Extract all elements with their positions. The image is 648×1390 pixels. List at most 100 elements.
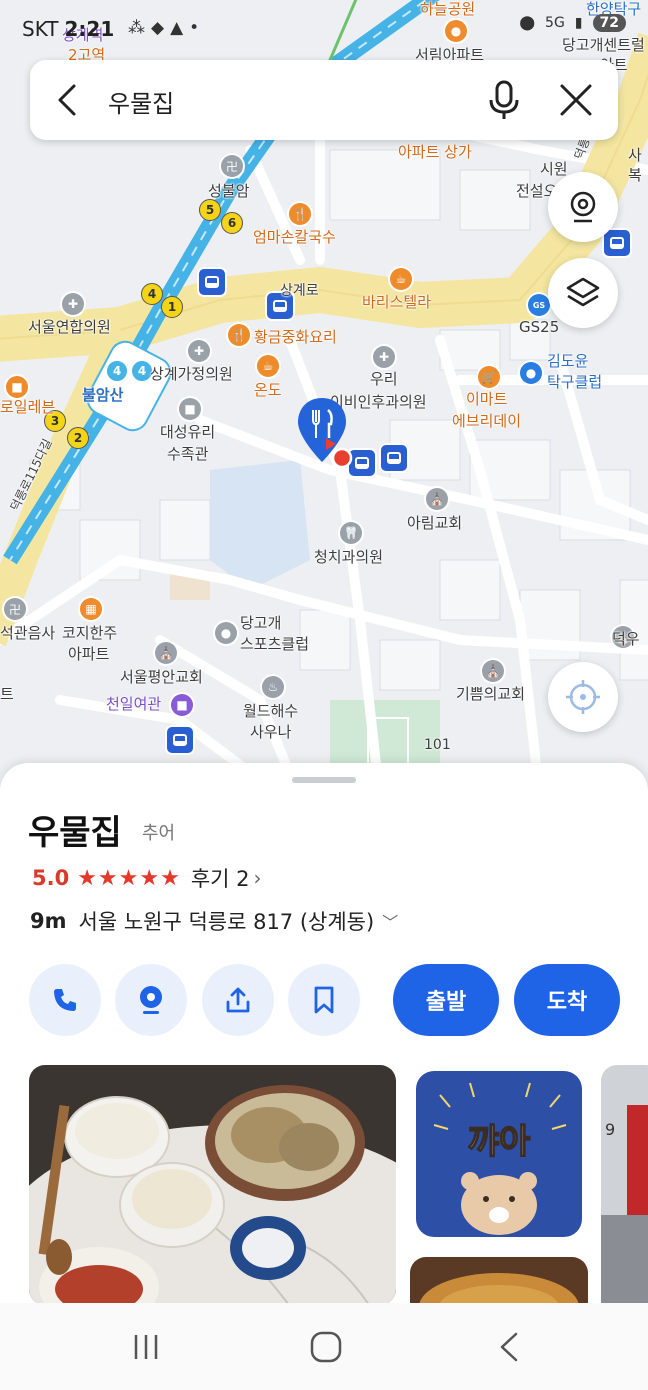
hospital-icon: ✚: [188, 340, 210, 362]
microphone-icon[interactable]: [486, 80, 522, 120]
bus-stop-icon[interactable]: [604, 230, 630, 256]
map-label: 트: [0, 685, 14, 703]
bus-stop-icon[interactable]: [167, 727, 193, 753]
search-bar[interactable]: 우물집: [30, 60, 618, 140]
map-label: 사: [628, 146, 642, 164]
street-view-action-button[interactable]: [115, 964, 187, 1036]
map-label: 사우나: [250, 723, 292, 741]
map-label: 서울평안교회: [120, 668, 203, 686]
map-label: 상계가정의원: [150, 365, 233, 383]
place-photo-sticker[interactable]: 꺄아: [410, 1065, 588, 1243]
map-label: 김도윤: [547, 352, 589, 370]
place-detail-sheet[interactable]: 우물집 추어 5.0 ★★★★★ 후기 2 › 9m 서울 노원구 덕릉로 81…: [0, 763, 648, 1303]
road-label: 상계로: [280, 283, 319, 299]
share-button[interactable]: [202, 964, 274, 1036]
church-icon: ⛪: [155, 642, 177, 664]
address: 서울 노원구 덕릉로 817 (상계동): [78, 910, 375, 934]
rating-row[interactable]: 5.0 ★★★★★ 후기 2 ›: [32, 863, 262, 893]
network-5g-icon: 5G: [545, 15, 565, 31]
map-view[interactable]: 4 4 불암산 5 6 4 1 3 2 卍 🍴 ☕ GS ✚ ✚ 🍴 ☕ ✚ 🛒…: [0, 0, 648, 800]
food-photo-image: [29, 1065, 396, 1303]
status-right: ⬤ 5G ▮ 72: [519, 14, 626, 32]
crosshair-icon: [566, 680, 600, 714]
distance: 9m: [30, 909, 67, 933]
map-label: 월드해수: [243, 702, 299, 720]
map-label: 성불암: [208, 182, 250, 200]
map-label: 101: [424, 737, 451, 753]
map-label: 우리: [370, 370, 398, 388]
map-label: 대성유리: [160, 423, 216, 441]
map-label: GS25: [519, 318, 560, 336]
place-photo-storefront[interactable]: 9: [601, 1065, 648, 1303]
system-nav-bar: [0, 1303, 648, 1390]
rating-score: 5.0: [32, 866, 70, 890]
shopping-icon: 🛒: [478, 366, 500, 388]
map-label: 바리스텔라: [362, 293, 432, 311]
sheet-drag-handle[interactable]: [292, 777, 356, 783]
station-exit-6: 6: [221, 212, 243, 234]
map-label: 기쁨의교회: [456, 685, 526, 703]
signal-icon: ▮: [574, 15, 583, 31]
status-time: SKT 2:21: [22, 17, 114, 41]
map-label: 탁구클럽: [547, 373, 603, 391]
store-icon: ■: [6, 376, 28, 398]
set-departure-button[interactable]: 출발: [393, 964, 499, 1036]
review-count-link[interactable]: 후기 2: [191, 863, 250, 893]
map-label: 이마트: [466, 390, 508, 408]
location-icon: ⬤: [519, 15, 536, 31]
map-label: 서울연합의원: [28, 318, 111, 336]
station-label[interactable]: 불암산: [82, 386, 123, 405]
station-exit-4: 4: [141, 283, 163, 305]
bus-stop-icon[interactable]: [199, 269, 225, 295]
home-icon[interactable]: [308, 1329, 344, 1365]
convenience-store-icon: GS: [528, 294, 550, 316]
place-photo-main[interactable]: [29, 1065, 396, 1303]
save-bookmark-button[interactable]: [288, 964, 360, 1036]
recent-apps-icon[interactable]: [130, 1331, 162, 1363]
map-label: 시원: [540, 160, 568, 178]
lodging-icon: ■: [171, 694, 193, 716]
battery-level: 72: [592, 14, 626, 32]
restaurant-icon: 🍴: [228, 324, 250, 346]
map-layers-button[interactable]: [548, 258, 618, 328]
place-marker-icon[interactable]: [296, 396, 362, 476]
map-label: 석관음사: [0, 624, 56, 642]
sauna-icon: ♨: [262, 676, 284, 698]
map-label: 코지한주: [62, 624, 118, 642]
map-label: 복: [628, 166, 642, 184]
sticker-text: 꺄아: [468, 1122, 531, 1162]
cafe-icon: ☕: [257, 355, 279, 377]
set-destination-button[interactable]: 도착: [514, 964, 620, 1036]
call-button[interactable]: [29, 964, 101, 1036]
street-view-icon: [140, 986, 162, 1014]
church-icon: ⛪: [426, 488, 448, 510]
street-view-button[interactable]: [548, 172, 618, 242]
status-bar: SKT 2:21 ⁂◆▲• ⬤ 5G ▮ 72: [0, 0, 648, 56]
storefront-photo-image: 9: [601, 1065, 648, 1303]
clock: 2:21: [64, 17, 115, 41]
place-photo-soup[interactable]: [410, 1257, 588, 1303]
notification-icons: ⁂◆▲•: [128, 18, 206, 38]
station-exit-5: 5: [199, 199, 221, 221]
map-label: 에브리데이: [452, 412, 522, 430]
map-label: 덕우: [612, 630, 640, 648]
back-icon[interactable]: [494, 1331, 526, 1363]
hospital-icon: ✚: [62, 293, 84, 315]
back-arrow-icon[interactable]: [52, 82, 88, 118]
dental-icon: 🦷: [340, 522, 362, 544]
map-label: 황금중화요리: [254, 328, 337, 346]
address-row[interactable]: 9m 서울 노원구 덕릉로 817 (상계동) ﹀: [30, 906, 398, 936]
phone-icon: [54, 989, 76, 1011]
map-label: 엄마손칼국수: [253, 228, 336, 246]
bus-stop-icon[interactable]: [381, 445, 407, 471]
store-icon: ■: [179, 398, 201, 420]
chevron-right-icon: ›: [253, 866, 262, 890]
temple-icon: 卍: [4, 598, 26, 620]
store-icon: ●: [215, 622, 237, 644]
cafe-icon: ☕: [390, 268, 412, 290]
close-icon[interactable]: [558, 82, 594, 118]
chevron-down-icon[interactable]: ﹀: [382, 909, 398, 933]
my-location-button[interactable]: [548, 662, 618, 732]
share-icon: [226, 987, 250, 1013]
search-query-text[interactable]: 우물집: [108, 84, 174, 119]
